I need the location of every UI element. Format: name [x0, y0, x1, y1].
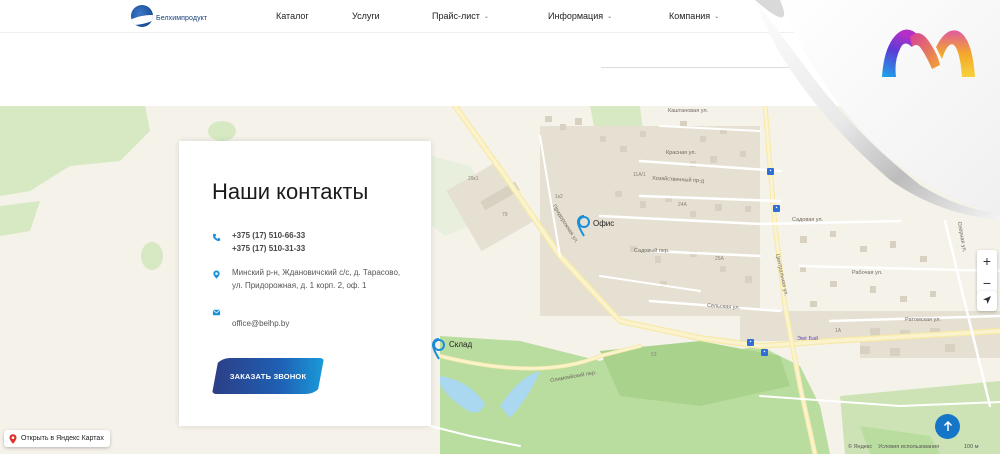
nav-catalog[interactable]: Каталог	[276, 11, 309, 21]
chevron-down-icon: ⌄	[607, 13, 613, 20]
logo-text: Белхимпродукт	[156, 14, 208, 22]
office-pin-label[interactable]: Офис	[593, 219, 614, 228]
address-line-1: Минский р-н, Ждановичский с/с, д. Тарасо…	[232, 268, 401, 277]
copyright-brand[interactable]: © Яндекс	[848, 444, 872, 450]
street-label: Ратомская ул.	[905, 317, 941, 323]
chevron-down-icon: ⌄	[714, 13, 720, 20]
divider-line	[601, 67, 801, 68]
yandex-map[interactable]: Каштановая ул. Красная ул. Хозяйственный…	[0, 106, 1000, 454]
location-pin-icon	[213, 270, 220, 279]
zoom-in-button[interactable]: +	[977, 250, 997, 272]
email-link[interactable]: office@belhp.by	[232, 318, 289, 331]
nav-company[interactable]: Компания ⌄	[669, 11, 719, 21]
office-pin-icon[interactable]	[577, 215, 591, 237]
nav-catalog-label: Каталог	[276, 11, 309, 21]
address-line-2: ул. Придорожная, д. 1 корп. 2, оф. 1	[232, 280, 367, 290]
phone-numbers: +375 (17) 510-66-33 +375 (17) 510-31-33	[232, 230, 305, 255]
arrow-up-icon	[943, 420, 952, 431]
bus-stop-icon[interactable]: ▪	[747, 339, 754, 346]
bus-stop-icon[interactable]: ▪	[773, 205, 780, 212]
nav-information-label: Информация	[548, 11, 604, 21]
warehouse-pin-label[interactable]: Склад	[449, 340, 472, 349]
bus-stop-icon[interactable]: ▪	[761, 349, 768, 356]
street-label: Садовая ул.	[792, 217, 824, 223]
warehouse-pin-icon[interactable]	[432, 338, 446, 360]
shop-label: Эвё Бай	[797, 336, 819, 342]
terms-link[interactable]: Условия использования	[878, 444, 939, 450]
address: Минский р-н, Ждановичский с/с, д. Тарасо…	[232, 267, 400, 292]
map-canvas	[0, 106, 1000, 454]
zoom-control: + −	[977, 250, 997, 294]
mail-icon	[212, 309, 221, 316]
contacts-card: Наши контакты +375 (17) 510-66-33 +375 (…	[179, 141, 431, 426]
nav-services[interactable]: Услуги	[352, 11, 380, 21]
street-label: Садовый пер.	[634, 248, 670, 254]
street-label: Красная ул.	[666, 150, 697, 156]
nav-price-list[interactable]: Прайс-лист ⌄	[432, 11, 489, 21]
nav-information[interactable]: Информация ⌄	[548, 11, 612, 21]
nav-price-list-label: Прайс-лист	[432, 11, 480, 21]
site-logo[interactable]: Белхимпродукт	[131, 5, 207, 27]
open-in-yandex-label: Открыть в Яндекс Картах	[21, 435, 104, 442]
m-brand-logo	[882, 29, 975, 78]
chevron-down-icon: ⌄	[483, 13, 489, 20]
street-label: Рабочая ул.	[852, 270, 883, 276]
contacts-title: Наши контакты	[212, 179, 369, 204]
scroll-up-button[interactable]	[935, 414, 960, 439]
site-header: Белхимпродукт Каталог Услуги Прайс-лист ⌄…	[0, 0, 1000, 33]
map-scale: 100 м	[964, 444, 979, 450]
phone-icon	[212, 233, 221, 242]
order-call-button[interactable]: Заказать звонок	[212, 358, 324, 394]
geolocation-icon	[983, 296, 991, 304]
page: Белхимпродукт Каталог Услуги Прайс-лист ⌄…	[0, 0, 1000, 454]
geolocation-button[interactable]	[977, 291, 997, 311]
map-copyright: © Яндекс Условия использования	[848, 444, 939, 450]
nav-company-label: Компания	[669, 11, 711, 21]
blank-section	[0, 33, 1000, 106]
yandex-pin-icon	[9, 433, 17, 444]
open-in-yandex-button[interactable]: Открыть в Яндекс Картах	[4, 430, 110, 447]
nav-services-label: Услуги	[352, 11, 380, 21]
street-label: Каштановая ул.	[668, 108, 709, 114]
phone-2[interactable]: +375 (17) 510-31-33	[232, 243, 305, 256]
logo-mark-icon	[131, 5, 153, 27]
bus-stop-icon[interactable]: ▪	[767, 168, 774, 175]
phone-1[interactable]: +375 (17) 510-66-33	[232, 230, 305, 243]
